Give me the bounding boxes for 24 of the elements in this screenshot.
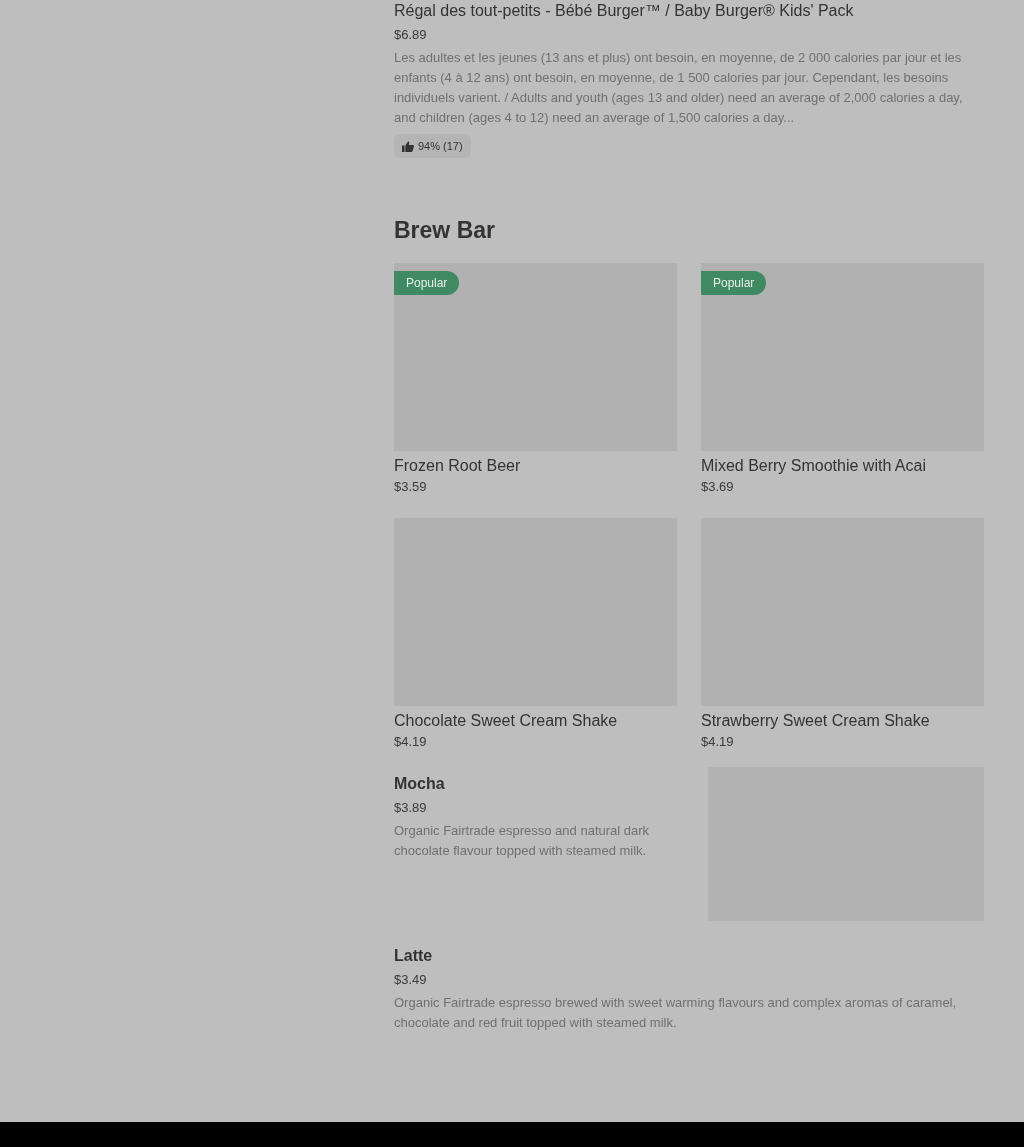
item-title[interactable]: Régal des tout-petits - Bébé Burger™ / Baby Burger® Kids' Pack	[394, 0, 984, 22]
item-title[interactable]: Mixed Berry Smoothie with Acai	[701, 454, 984, 477]
item-price: $3.89	[394, 798, 428, 817]
item-description: Organic Fairtrade espresso and natural dark chocolate flavour topped with steamed milk.	[394, 821, 651, 860]
section-heading: Brew Bar	[394, 215, 496, 245]
image-placeholder[interactable]: Popular	[701, 262, 984, 451]
rating-badge: 94% (17)	[394, 134, 471, 158]
item-description: Les adultes et les jeunes (13 ans et plus) ont besoin, en moyenne, de 2 000 calories par jour et les enfants (4 à 12 ans) ont besoin, en moyenne, de 1 500 calories par jour. Cependant, les besoins individuels varient. / Adults and youth (ages 13 and older) need an average of 2,000 calories a day, and children (ages 4 to 12) need an average of 1,500 calories a day...	[394, 49, 964, 127]
item-price: $3.69	[701, 477, 735, 496]
popular-badge: Popular	[701, 270, 767, 295]
popular-badge: Popular	[394, 270, 460, 295]
item-title[interactable]: Mocha	[394, 772, 686, 795]
item-title[interactable]: Frozen Root Beer	[394, 454, 677, 477]
thumbs-up-icon	[402, 140, 414, 152]
item-price: $6.89	[394, 26, 428, 44]
item-price: $3.49	[394, 970, 428, 989]
item-price: $3.59	[394, 477, 428, 496]
item-description: Organic Fairtrade espresso brewed with sweet warming flavours and complex aromas of caramel, chocolate and red fruit topped with steamed milk.	[394, 993, 958, 1032]
item-title[interactable]: Latte	[394, 944, 978, 967]
image-placeholder[interactable]: Popular	[394, 262, 677, 451]
item-price: $4.19	[701, 732, 735, 751]
item-price: $4.19	[394, 732, 428, 751]
item-title[interactable]: Strawberry Sweet Cream Shake	[701, 709, 984, 732]
item-title[interactable]: Chocolate Sweet Cream Shake	[394, 709, 677, 732]
